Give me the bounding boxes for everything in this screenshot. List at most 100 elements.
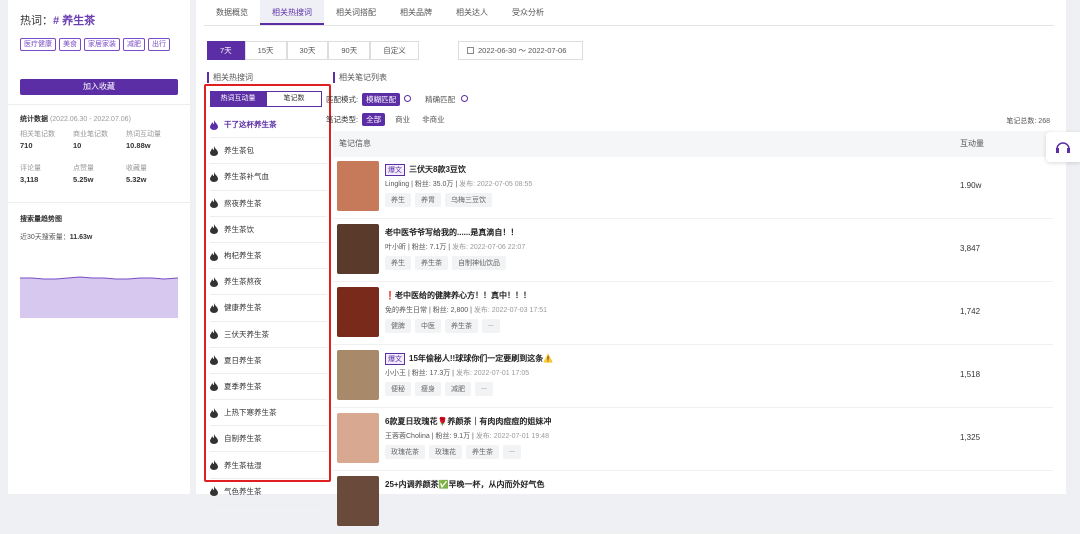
flame-icon (210, 460, 218, 471)
note-author[interactable]: 小小王 (385, 370, 406, 377)
keyword-title: 热词：# 养生茶 (20, 12, 95, 28)
hot-word-item[interactable]: 健康养生茶 (210, 295, 327, 322)
note-fans: 粉丝: 2,800 (432, 307, 469, 314)
hot-word-label: 自制养生茶 (224, 434, 262, 444)
note-title-text: ❗老中医给的健脾养心方！！真中！！！ (385, 291, 531, 300)
note-row[interactable]: 爆文 15年偷秘人!!球球你们一定要刷到这条⚠️ 小小王 | 粉丝: 17.3万 |… (333, 346, 1053, 408)
date-buttons: 7天 15天 30天 90天 自定义 (207, 41, 419, 60)
note-author[interactable]: Lingling (385, 181, 409, 188)
match-exact-option[interactable]: 精确匹配 (425, 94, 455, 105)
note-tag: 玫瑰花茶 (385, 445, 425, 459)
hot-words-tabs: 热词互动量 笔记数 (210, 91, 322, 107)
flame-icon (210, 276, 218, 287)
note-thumbnail[interactable] (337, 287, 379, 337)
stat-value: 10.88w (126, 141, 151, 150)
hot-word-item[interactable]: 夏季养生茶 (210, 374, 327, 401)
type-label: 笔记类型: (326, 115, 359, 124)
type-all-option[interactable]: 全部 (362, 113, 386, 126)
tab-1[interactable]: 相关热搜词 (260, 0, 324, 25)
type-noncommercial-option[interactable]: 非商业 (422, 114, 445, 125)
tab-5[interactable]: 受众分析 (500, 0, 556, 25)
note-title[interactable]: 爆文 三伏天8款3豆饮 (385, 164, 466, 176)
stat-value: 710 (20, 141, 33, 150)
hot-words-tab[interactable]: 热词互动量 (210, 91, 266, 107)
customer-service-button[interactable] (1046, 132, 1080, 162)
tab-2[interactable]: 相关词搭配 (324, 0, 388, 25)
add-favorite-button[interactable]: 加入收藏 (20, 79, 178, 95)
note-tag: 健脾 (385, 319, 411, 333)
hot-word-label: 养生茶补气血 (224, 172, 269, 182)
note-title[interactable]: 25+内调养颜茶✅早晚一杯，从内而外好气色 (385, 479, 545, 490)
note-meta: 免的养生日常 | 粉丝: 2,800 | 发布: 2022-07-03 17:5… (385, 307, 548, 314)
note-thumbnail[interactable] (337, 224, 379, 274)
note-title-text: 6款夏日玫瑰花🌹养颜茶｜有肉肉痘痘的姐妹冲 (385, 417, 552, 426)
hot-word-label: 养生茶熬夜 (224, 277, 262, 287)
hot-word-item[interactable]: 养生茶祛湿 (210, 452, 327, 479)
hot-word-item[interactable]: 枸杞养生茶 (210, 243, 327, 270)
note-title[interactable]: ❗老中医给的健脾养心方！！真中！！！ (385, 290, 531, 301)
hot-words-tab[interactable]: 笔记数 (266, 91, 322, 107)
hot-word-item[interactable]: 熬夜养生茶 (210, 191, 327, 217)
note-author[interactable]: 免的养生日常 (385, 307, 427, 314)
note-title-text: 15年偷秘人!!球球你们一定要刷到这条⚠️ (409, 354, 554, 363)
date-range-picker[interactable]: 2022-06-30 ～ 2022-07-06 (458, 41, 583, 60)
hot-word-item[interactable]: 养生茶包 (210, 138, 327, 165)
note-row[interactable]: 老中医爷爷写给我的......是真滴自！！ 叶小昕 | 粉丝: 7.1万 | 发布… (333, 220, 1053, 282)
divider (8, 104, 190, 105)
note-thumbnail[interactable] (337, 476, 379, 526)
hot-word-item[interactable]: 自制养生茶 (210, 426, 327, 453)
flame-icon (210, 381, 218, 392)
type-filter: 笔记类型: 全部 商业 非商业 (326, 113, 451, 126)
date-range-button[interactable]: 90天 (328, 41, 371, 60)
note-row[interactable]: 爆文 三伏天8款3豆饮 Lingling | 粉丝: 35.0万 | 发布: 202… (333, 157, 1053, 219)
tab-4[interactable]: 相关达人 (444, 0, 500, 25)
hot-word-item[interactable]: 三伏天养生茶 (210, 322, 327, 348)
hot-word-item[interactable]: 上热下寒养生茶 (210, 400, 327, 427)
hot-words-panel: 热词互动量 笔记数 干了这杯养生茶 养生茶包养生茶补气血熬夜养生茶 养生茶饮 枸杞养生茶… (204, 84, 331, 505)
hot-word-label: 健康养生茶 (224, 303, 262, 313)
note-row[interactable]: ❗老中医给的健脾养心方！！真中！！！ 免的养生日常 | 粉丝: 2,800 | 发… (333, 283, 1053, 345)
date-range-button[interactable]: 30天 (286, 41, 329, 60)
date-range-button[interactable]: 自定义 (370, 41, 419, 60)
hot-word-item[interactable]: 养生茶补气血 (210, 164, 327, 191)
hot-word-item[interactable]: 养生茶饮 (210, 217, 327, 243)
note-title[interactable]: 6款夏日玫瑰花🌹养颜茶｜有肉肉痘痘的姐妹冲 (385, 416, 551, 427)
note-thumbnail[interactable] (337, 161, 379, 211)
hot-word-label: 上热下寒养生茶 (224, 408, 277, 418)
category-tag[interactable]: 家居家装 (84, 38, 120, 51)
note-author[interactable]: 王蓉蓉Cholina (385, 433, 430, 440)
note-author[interactable]: 叶小昕 (385, 244, 406, 251)
sidebar-panel: 热词：# 养生茶 医疗健康 美食 家居家装 减肥 出行 加入收藏 统计数据 (2022.… (8, 0, 190, 494)
note-tags: 玫瑰花茶 玫瑰花 养生茶... (385, 445, 521, 459)
note-tag: 中医 (415, 319, 441, 333)
note-title[interactable]: 老中医爷爷写给我的......是真滴自！！ (385, 227, 518, 238)
date-range-button[interactable]: 7天 (207, 41, 245, 60)
hot-word-item[interactable]: 夏日养生茶 (210, 348, 327, 374)
trend-sub-label: 近30天搜索量： (20, 234, 70, 241)
match-fuzzy-option[interactable]: 模糊匹配 (362, 93, 401, 106)
category-tag[interactable]: 医疗健康 (20, 38, 56, 51)
tab-0[interactable]: 数据概览 (204, 0, 260, 25)
hot-word-item[interactable]: 干了这杯养生茶 (210, 112, 327, 139)
note-date: 发布: 2022-07-01 19:48 (475, 433, 549, 440)
note-date: 发布: 2022-07-03 17:51 (473, 307, 548, 314)
tab-3[interactable]: 相关品牌 (388, 0, 444, 25)
type-commercial-option[interactable]: 商业 (395, 114, 410, 125)
category-tag[interactable]: 减肥 (123, 38, 145, 51)
category-tag[interactable]: 美食 (59, 38, 81, 51)
col-note-info: 笔记信息 (339, 139, 371, 148)
note-title[interactable]: 爆文 15年偷秘人!!球球你们一定要刷到这条⚠️ (385, 353, 553, 365)
category-tag[interactable]: 出行 (148, 38, 170, 51)
note-row[interactable]: 25+内调养颜茶✅早晚一杯，从内而外好气色 (333, 472, 1053, 534)
note-tag: 养生 (385, 193, 411, 207)
hot-word-label: 夏季养生茶 (224, 381, 262, 391)
note-row[interactable]: 6款夏日玫瑰花🌹养颜茶｜有肉肉痘痘的姐妹冲 王蓉蓉Cholina | 粉丝: 9.… (333, 409, 1053, 471)
hot-word-item[interactable]: 养生茶熬夜 (210, 269, 327, 296)
date-range-button[interactable]: 15天 (244, 41, 287, 60)
note-thumbnail[interactable] (337, 413, 379, 463)
trend-subtitle: 近30天搜索量：11.63w (20, 232, 92, 242)
flame-icon (210, 119, 218, 130)
note-thumbnail[interactable] (337, 350, 379, 400)
hot-word-item[interactable]: 气色养生茶 (210, 479, 327, 505)
stat-value: 5.25w (73, 175, 94, 184)
